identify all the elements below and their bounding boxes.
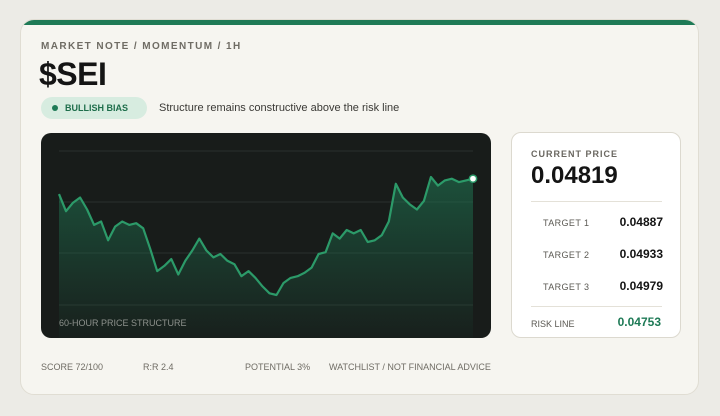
bias-badge-label: BULLISH BIAS	[65, 103, 128, 113]
target-row-1: TARGET 1 0.04887	[543, 215, 663, 231]
price-chart: 60-HOUR PRICE STRUCTURE	[41, 133, 491, 338]
chart-caption: 60-HOUR PRICE STRUCTURE	[59, 318, 187, 328]
eyebrow-label: MARKET NOTE / MOMENTUM / 1H	[41, 41, 242, 52]
current-price-value: 0.04819	[531, 162, 618, 189]
accent-bar	[21, 20, 698, 25]
risk-reward-stat: R:R 2.4	[143, 362, 174, 372]
target-label: TARGET 1	[543, 218, 590, 228]
target-value: 0.04887	[619, 215, 663, 229]
target-value: 0.04979	[619, 279, 663, 293]
divider	[531, 201, 662, 202]
target-value: 0.04933	[619, 247, 663, 261]
status-dot-icon	[52, 105, 58, 111]
divider	[531, 306, 662, 307]
price-chart-svg	[57, 150, 478, 338]
last-price-marker	[468, 174, 478, 184]
current-price-label: CURRENT PRICE	[531, 149, 619, 159]
risk-line-value: 0.04753	[617, 315, 661, 329]
structure-note: Structure remains constructive above the…	[159, 102, 400, 114]
potential-stat: POTENTIAL 3%	[245, 362, 311, 372]
disclaimer-note: WATCHLIST / NOT FINANCIAL ADVICE	[329, 362, 491, 372]
market-note-card: MARKET NOTE / MOMENTUM / 1H $SEI BULLISH…	[20, 19, 699, 395]
target-label: TARGET 2	[543, 250, 590, 260]
price-panel: CURRENT PRICE 0.04819 TARGET 1 0.04887 T…	[511, 132, 681, 338]
target-label: TARGET 3	[543, 282, 590, 292]
price-area	[59, 177, 473, 338]
risk-line-label: RISK LINE	[531, 319, 575, 329]
ticker-title: $SEI	[39, 56, 107, 92]
bias-badge: BULLISH BIAS	[41, 97, 147, 119]
target-row-2: TARGET 2 0.04933	[543, 247, 663, 263]
score-stat: SCORE 72/100	[41, 362, 104, 372]
target-row-3: TARGET 3 0.04979	[543, 279, 663, 295]
